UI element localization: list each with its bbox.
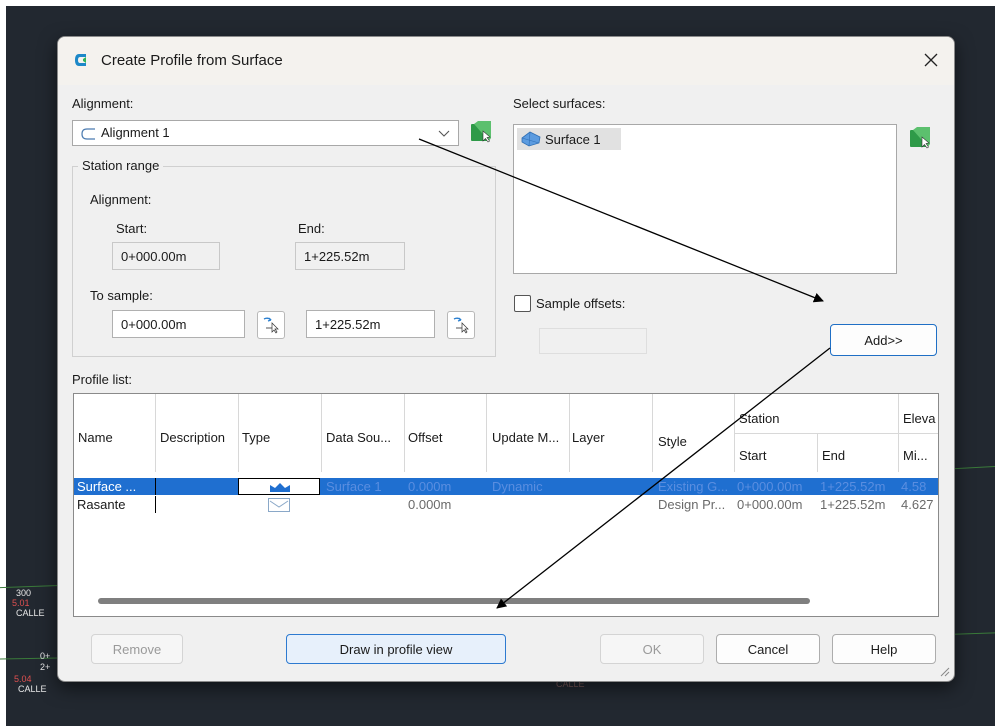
annotation-arrow (496, 347, 831, 609)
annotation-arrow (418, 138, 824, 303)
annotation-arrows (418, 138, 831, 609)
